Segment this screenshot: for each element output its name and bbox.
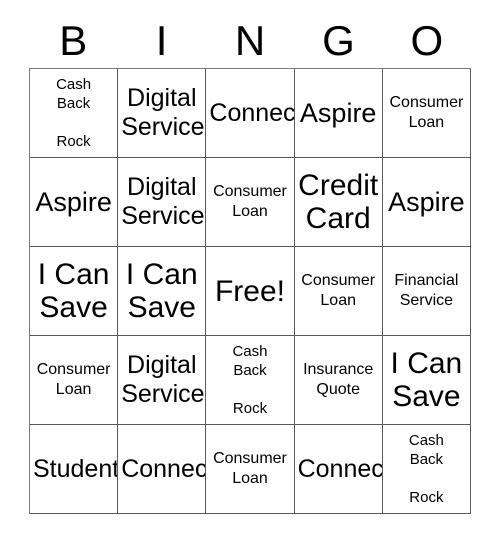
bingo-cell-label: Digital Service xyxy=(121,351,205,408)
bingo-cell[interactable]: Consumer Loan xyxy=(206,425,295,514)
bingo-cell[interactable]: Cash Back Rock xyxy=(30,69,119,158)
bingo-cell[interactable]: Insurance Quote xyxy=(294,336,383,425)
bingo-card: B I N G O Cash Back Rock Digital Service C… xyxy=(0,0,500,544)
bingo-cell-label: Credit Card xyxy=(298,169,379,235)
bingo-cell[interactable]: Connect xyxy=(118,425,207,514)
bingo-cell[interactable]: Digital Service xyxy=(118,336,207,425)
bingo-cell[interactable]: Aspire xyxy=(294,69,383,158)
bingo-cell[interactable]: Consumer Loan xyxy=(294,247,383,336)
bingo-cell-label: Aspire xyxy=(299,98,377,128)
header-letter-b: B xyxy=(59,17,88,64)
bingo-cell-label: Aspire xyxy=(388,187,465,217)
bingo-cell[interactable]: Consumer Loan xyxy=(30,336,119,425)
bingo-cell-label: Digital Service xyxy=(121,173,205,230)
bingo-cell-label: Consumer Loan xyxy=(301,272,376,309)
bingo-cell-label: Insurance Quote xyxy=(303,361,374,398)
bingo-cell[interactable]: Cash Back Rock xyxy=(206,336,295,425)
bingo-cell[interactable]: Financial Service xyxy=(382,247,471,336)
bingo-cell-label: Cash Back Rock xyxy=(232,343,268,417)
bingo-cell[interactable]: I Can Save xyxy=(118,247,207,336)
bingo-cell-label: Cash Back Rock xyxy=(408,432,444,506)
bingo-cell[interactable]: Credit Card xyxy=(294,158,383,247)
header-letter-g: G xyxy=(322,17,355,64)
header-letter-n: N xyxy=(234,17,266,64)
bingo-header: B I N G O xyxy=(29,16,471,66)
header-letter-i: I xyxy=(155,17,168,64)
bingo-cell-label: Consumer Loan xyxy=(36,361,111,398)
header-letter-o: O xyxy=(410,17,444,64)
bingo-cell-label: Cash Back Rock xyxy=(56,76,92,150)
bingo-cell[interactable]: Connect xyxy=(294,425,383,514)
bingo-cell-label: Connect xyxy=(297,454,383,483)
bingo-grid: Cash Back Rock Digital Service Connect Aspi… xyxy=(29,68,471,514)
bingo-cell-label: Connect xyxy=(121,454,207,483)
bingo-cell[interactable]: Free! xyxy=(206,247,295,336)
bingo-cell[interactable]: Digital Service xyxy=(118,158,207,247)
bingo-cell-label: Consumer Loan xyxy=(389,94,464,131)
bingo-cell-label: I Can Save xyxy=(125,258,198,324)
bingo-cell[interactable]: Connect xyxy=(206,69,295,158)
bingo-cell-label: Aspire xyxy=(35,187,112,217)
bingo-cell-label: Financial Service xyxy=(394,272,459,309)
bingo-cell[interactable]: Consumer Loan xyxy=(382,69,471,158)
bingo-cell-label: Consumer Loan xyxy=(213,450,287,487)
bingo-cell[interactable]: Digital Service xyxy=(118,69,207,158)
bingo-cell[interactable]: I Can Save xyxy=(30,247,119,336)
bingo-cell[interactable]: Aspire xyxy=(382,158,471,247)
bingo-cell[interactable]: Cash Back Rock xyxy=(382,425,471,514)
bingo-cell-label: I Can Save xyxy=(37,258,110,324)
bingo-cell[interactable]: Aspire xyxy=(30,158,119,247)
bingo-cell-label: Digital Service xyxy=(121,84,205,141)
bingo-cell-label: Free! xyxy=(214,274,285,308)
bingo-cell-label: Connect xyxy=(209,98,295,127)
bingo-cell-label: I Can Save xyxy=(390,347,463,413)
bingo-cell[interactable]: I Can Save xyxy=(382,336,471,425)
bingo-cell[interactable]: Consumer Loan xyxy=(206,158,295,247)
bingo-cell[interactable]: Student xyxy=(30,425,119,514)
bingo-cell-label: Consumer Loan xyxy=(213,183,287,220)
bingo-cell-label: Student xyxy=(33,454,119,483)
